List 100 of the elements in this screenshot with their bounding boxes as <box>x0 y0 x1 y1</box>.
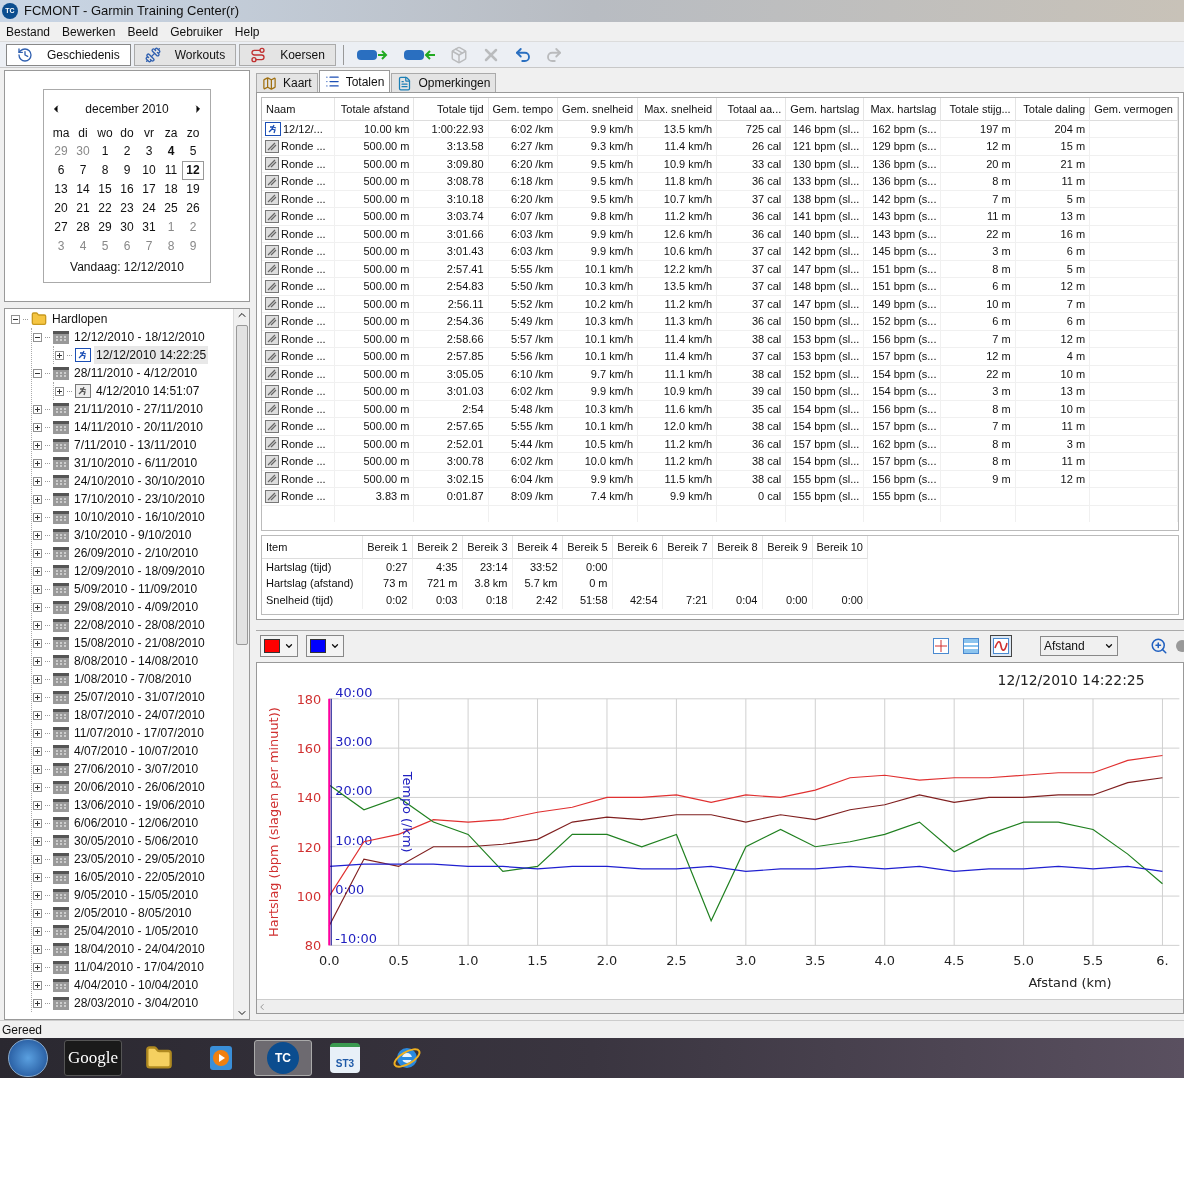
calendar-day[interactable]: 25 <box>160 199 182 218</box>
calendar-day[interactable]: 4 <box>72 237 94 256</box>
expand-toggle[interactable] <box>33 476 42 486</box>
x-axis-dropdown[interactable]: Afstand <box>1040 635 1118 656</box>
scrollbar[interactable] <box>233 309 249 1019</box>
column-header[interactable]: Bereik 10 <box>812 536 868 558</box>
column-header[interactable]: Bereik 5 <box>562 536 612 558</box>
expand-toggle[interactable] <box>33 836 42 846</box>
column-header[interactable]: Gem. vermogen <box>1089 98 1178 120</box>
tree-item[interactable]: 12/12/2010 14:22:25 <box>94 346 209 364</box>
tree-item[interactable]: 29/08/2010 - 4/09/2010 <box>72 598 201 616</box>
start-button[interactable] <box>8 1039 48 1077</box>
calendar-day[interactable]: 6 <box>116 237 138 256</box>
tree-item[interactable]: 18/04/2010 - 24/04/2010 <box>72 940 207 958</box>
tree-item[interactable]: 1/08/2010 - 7/08/2010 <box>72 670 194 688</box>
expand-toggle[interactable] <box>33 692 42 702</box>
column-header[interactable]: Totaal aa... <box>716 98 786 120</box>
calendar-day[interactable]: 26 <box>182 199 204 218</box>
calendar-day[interactable]: 20 <box>50 199 72 218</box>
taskbar-item[interactable]: ST3 <box>316 1040 374 1076</box>
tree-item[interactable]: 10/10/2010 - 16/10/2010 <box>72 508 207 526</box>
tree-item[interactable]: 12/12/2010 - 18/12/2010 <box>72 328 207 346</box>
expand-toggle[interactable] <box>55 386 64 396</box>
tree-item[interactable]: 12/09/2010 - 18/09/2010 <box>72 562 207 580</box>
calendar-day[interactable]: 7 <box>72 161 94 180</box>
calendar-day[interactable]: 8 <box>160 237 182 256</box>
tree-item[interactable]: 31/10/2010 - 6/11/2010 <box>72 454 200 472</box>
tree-item[interactable]: 24/10/2010 - 30/10/2010 <box>72 472 207 490</box>
expand-toggle[interactable] <box>33 512 42 522</box>
google-button[interactable]: Google <box>64 1040 122 1076</box>
expand-toggle[interactable] <box>33 872 42 882</box>
calendar-day[interactable]: 30 <box>72 142 94 161</box>
calendar-day[interactable]: 1 <box>94 142 116 161</box>
tree-item[interactable]: 16/05/2010 - 22/05/2010 <box>72 868 207 886</box>
calendar-day[interactable]: 9 <box>116 161 138 180</box>
menu-item[interactable]: Help <box>230 22 264 41</box>
tree-item[interactable]: 17/10/2010 - 23/10/2010 <box>72 490 207 508</box>
tree-item[interactable]: 14/11/2010 - 20/11/2010 <box>72 418 205 436</box>
toolbar-button[interactable]: Koersen <box>239 43 336 66</box>
column-header[interactable]: Item <box>262 536 362 558</box>
tree-item[interactable]: 18/07/2010 - 24/07/2010 <box>72 706 207 724</box>
tree-item[interactable]: 13/06/2010 - 19/06/2010 <box>72 796 207 814</box>
tree-item[interactable]: 6/06/2010 - 12/06/2010 <box>72 814 201 832</box>
menu-item[interactable]: Beeld <box>123 22 163 41</box>
tree-item[interactable]: 5/09/2010 - 11/09/2010 <box>72 580 200 598</box>
tree-item[interactable]: 15/08/2010 - 21/08/2010 <box>72 634 207 652</box>
toolbar-button[interactable]: Geschiedenis <box>6 43 131 66</box>
toolbar-button[interactable]: Workouts <box>133 43 237 66</box>
tree-item[interactable]: 25/07/2010 - 31/07/2010 <box>72 688 207 706</box>
calendar-day[interactable]: 3 <box>138 142 160 161</box>
calendar-day[interactable]: 11 <box>160 161 182 180</box>
column-header[interactable]: Totale daling <box>1015 98 1090 120</box>
tab[interactable]: Kaart <box>256 73 318 92</box>
calendar-day[interactable]: 7 <box>138 237 160 256</box>
calendar-day[interactable]: 17 <box>138 180 160 199</box>
column-header[interactable]: Naam <box>262 98 335 120</box>
tree-item[interactable]: 27/06/2010 - 3/07/2010 <box>72 760 201 778</box>
horizontal-scrollbar[interactable] <box>257 999 1183 1013</box>
expand-toggle[interactable] <box>33 818 42 828</box>
color-picker[interactable] <box>306 634 344 657</box>
tree-item[interactable]: 20/06/2010 - 26/06/2010 <box>72 778 207 796</box>
chart-view-button[interactable] <box>990 634 1012 657</box>
expand-toggle[interactable] <box>33 602 42 612</box>
column-header[interactable]: Bereik 6 <box>612 536 662 558</box>
tree-item[interactable]: 9/05/2010 - 15/05/2010 <box>72 886 201 904</box>
tree-item[interactable]: 2/05/2010 - 8/05/2010 <box>72 904 194 922</box>
calendar-day[interactable]: 29 <box>50 142 72 161</box>
column-header[interactable]: Bereik 8 <box>712 536 762 558</box>
column-header[interactable]: Totale tijd <box>413 98 489 120</box>
calendar-day[interactable]: 23 <box>116 199 138 218</box>
expand-toggle[interactable] <box>33 530 42 540</box>
column-header[interactable]: Totale afstand <box>334 98 414 120</box>
expand-toggle[interactable] <box>33 998 42 1008</box>
tree-item[interactable]: 3/10/2010 - 9/10/2010 <box>72 526 194 544</box>
undo-icon[interactable] <box>513 45 532 64</box>
calendar-day[interactable]: 5 <box>94 237 116 256</box>
calendar-day[interactable]: 13 <box>50 180 72 199</box>
tree-item[interactable]: 11/04/2010 - 17/04/2010 <box>72 958 206 976</box>
expand-toggle[interactable] <box>33 674 42 684</box>
expand-toggle[interactable] <box>33 620 42 630</box>
tree-item[interactable]: 4/04/2010 - 10/04/2010 <box>72 976 201 994</box>
menu-item[interactable]: Bewerken <box>58 22 120 41</box>
column-header[interactable]: Bereik 9 <box>762 536 812 558</box>
expand-toggle[interactable] <box>33 782 42 792</box>
expand-toggle[interactable] <box>33 584 42 594</box>
scrollbar-thumb[interactable] <box>235 325 248 645</box>
expand-toggle[interactable] <box>33 890 42 900</box>
expand-toggle[interactable] <box>33 656 42 666</box>
column-header[interactable]: Bereik 1 <box>362 536 412 558</box>
expand-toggle[interactable] <box>33 404 42 414</box>
column-header[interactable]: Gem. snelheid <box>557 98 638 120</box>
calendar-day[interactable]: 30 <box>116 218 138 237</box>
calendar-day[interactable]: 16 <box>116 180 138 199</box>
column-header[interactable]: Bereik 7 <box>662 536 712 558</box>
tree-item[interactable]: 4/12/2010 14:51:07 <box>94 382 202 400</box>
collapse-toggle[interactable] <box>33 332 42 342</box>
expand-toggle[interactable] <box>33 728 42 738</box>
calendar-day[interactable]: 10 <box>138 161 160 180</box>
expand-toggle[interactable] <box>33 548 42 558</box>
expand-toggle[interactable] <box>33 458 42 468</box>
